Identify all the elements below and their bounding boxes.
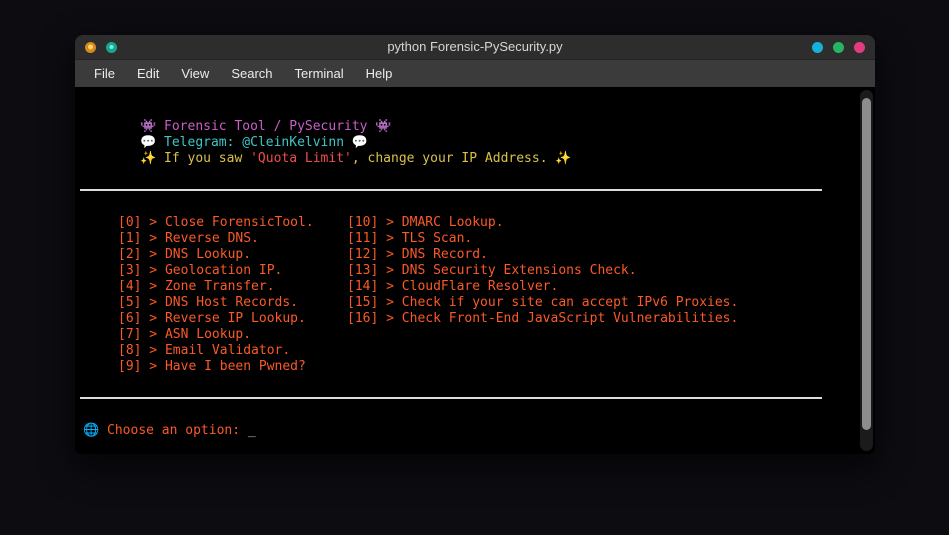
menu-file[interactable]: File	[83, 63, 126, 84]
titlebar-right-controls	[812, 35, 865, 59]
menu-option: [4] > Zone Transfer.	[118, 279, 275, 294]
minimize-button[interactable]	[812, 41, 823, 53]
options-column-right: [10] > DMARC Lookup. [11] > TLS Scan. [1…	[347, 215, 738, 375]
menubar: File Edit View Search Terminal Help	[75, 60, 875, 87]
close-button[interactable]	[854, 41, 865, 53]
menu-view[interactable]: View	[170, 63, 220, 84]
app-badge-icon[interactable]	[85, 41, 96, 53]
menu-terminal[interactable]: Terminal	[284, 63, 355, 84]
maximize-button[interactable]	[833, 41, 844, 53]
menu-option: [11] > TLS Scan.	[347, 231, 473, 246]
prompt-text: 🌐 Choose an option:	[83, 423, 248, 438]
menu-option: [10] > DMARC Lookup.	[347, 215, 504, 230]
banner-title: 👾 Forensic Tool / PySecurity 👾	[140, 119, 392, 134]
menu-search[interactable]: Search	[220, 63, 283, 84]
banner-telegram: 💬 Telegram: @CleinKelvinn 💬	[140, 135, 369, 150]
menu-option: [7] > ASN Lookup.	[118, 327, 252, 342]
banner-notice: ✨ If you saw 'Quota Limit', change your …	[140, 151, 857, 167]
menu-edit[interactable]: Edit	[126, 63, 170, 84]
workspace-badge-icon[interactable]	[106, 41, 117, 53]
menu-option: [1] > Reverse DNS.	[118, 231, 259, 246]
menu-option: [5] > DNS Host Records.	[118, 295, 299, 310]
terminal-window: python Forensic-PySecurity.py File Edit …	[75, 35, 875, 454]
options-menu: [0] > Close ForensicTool. [1] > Reverse …	[118, 215, 857, 375]
menu-help[interactable]: Help	[355, 63, 404, 84]
menu-option: [0] > Close ForensicTool.	[118, 215, 314, 230]
separator-top	[80, 189, 822, 191]
terminal-screen[interactable]: 👾 Forensic Tool / PySecurity 👾 💬 Telegra…	[75, 87, 875, 454]
separator-bottom	[80, 397, 822, 399]
menu-option: [13] > DNS Security Extensions Check.	[347, 263, 637, 278]
menu-option: [8] > Email Validator.	[118, 343, 291, 358]
notice-highlight: 'Quota Limit'	[250, 151, 352, 166]
menu-option: [16] > Check Front-End JavaScript Vulner…	[347, 311, 739, 326]
options-column-left: [0] > Close ForensicTool. [1] > Reverse …	[118, 215, 347, 375]
menu-option: [2] > DNS Lookup.	[118, 247, 252, 262]
menu-option: [6] > Reverse IP Lookup.	[118, 311, 306, 326]
titlebar-left-controls	[85, 35, 117, 59]
desktop: python Forensic-PySecurity.py File Edit …	[0, 0, 949, 535]
titlebar[interactable]: python Forensic-PySecurity.py	[75, 35, 875, 60]
menu-option: [15] > Check if your site can accept IPv…	[347, 295, 739, 310]
terminal-output: 👾 Forensic Tool / PySecurity 👾 💬 Telegra…	[75, 87, 857, 454]
window-title: python Forensic-PySecurity.py	[387, 39, 563, 54]
notice-suffix: , change your IP Address. ✨	[351, 151, 572, 166]
menu-option: [14] > CloudFlare Resolver.	[347, 279, 559, 294]
menu-option: [3] > Geolocation IP.	[118, 263, 283, 278]
menu-option: [12] > DNS Record.	[347, 247, 488, 262]
prompt-line[interactable]: 🌐 Choose an option: _	[83, 423, 857, 439]
terminal-cursor: _	[247, 423, 256, 438]
menu-option: [9] > Have I been Pwned?	[118, 359, 306, 374]
notice-prefix: ✨ If you saw	[140, 151, 251, 166]
scrollbar-thumb[interactable]	[862, 98, 871, 430]
scrollbar[interactable]	[860, 90, 873, 451]
